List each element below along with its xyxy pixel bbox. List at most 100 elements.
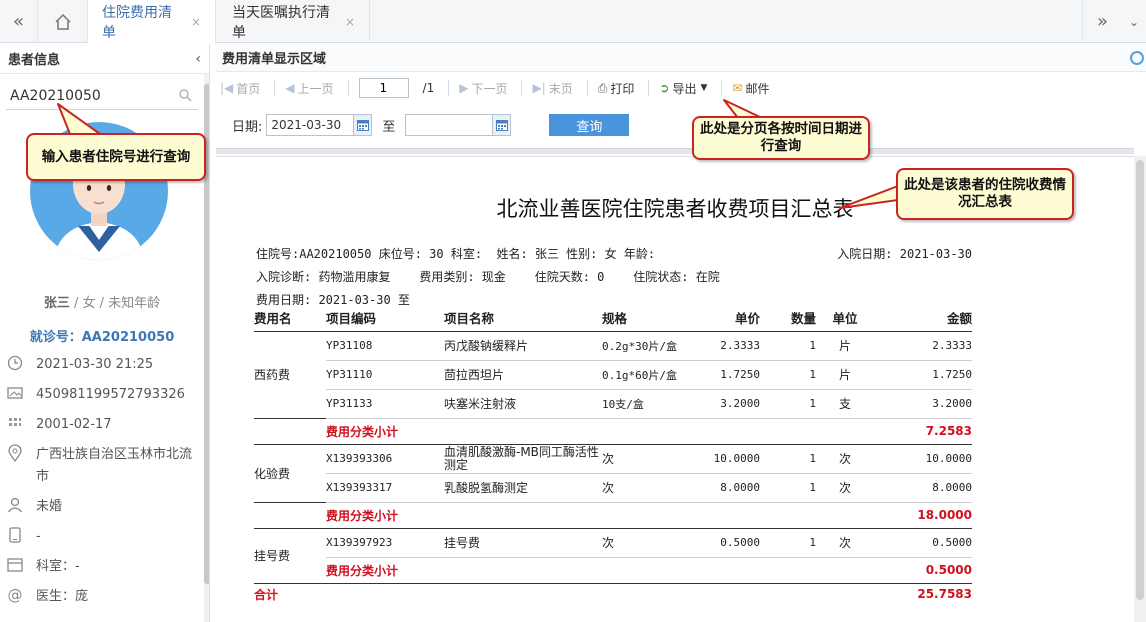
scroll-tabs-right-button[interactable]: » — [1082, 0, 1122, 43]
item-price: 0.5000 — [696, 528, 760, 558]
caret-down-icon: ▼ — [700, 83, 708, 93]
export-icon: ➲ — [659, 81, 670, 95]
next-page-button[interactable]: ▶ 下一页 — [459, 80, 507, 97]
item-qty: 1 — [760, 473, 816, 503]
item-amount: 8.0000 — [874, 473, 972, 503]
printer-icon: ⎙ — [597, 80, 608, 95]
panel-title: 患者信息 — [8, 53, 61, 68]
item-unit: 支 — [816, 389, 874, 419]
end-date-input[interactable] — [406, 115, 493, 135]
subtotal-label: 费用分类小计 — [326, 557, 602, 584]
mail-button[interactable]: ✉ 邮件 — [732, 80, 769, 97]
calendar-icon[interactable] — [353, 115, 372, 135]
patient-sex-age: / 女 / 未知年龄 — [69, 296, 161, 311]
item-code: YP31108 — [326, 331, 434, 361]
double-chevron-left-icon: « — [12, 11, 24, 32]
item-price: 3.2000 — [696, 389, 760, 419]
doctor-row: @ 医生：庞 — [6, 586, 202, 608]
item-qty: 1 — [760, 331, 816, 361]
home-button[interactable] — [38, 0, 88, 43]
subtotal-amount: 7.2583 — [874, 418, 972, 445]
item-name: 呋塞米注射液 — [434, 389, 602, 419]
query-button[interactable]: 查询 — [549, 114, 630, 136]
birthdate-row: 2001-02-17 — [6, 414, 202, 436]
item-spec: 0.2g*30片/盒 — [602, 331, 696, 361]
column-header: 项目名称 — [434, 305, 602, 332]
calendar-icon — [6, 414, 24, 432]
start-date-picker — [266, 114, 373, 136]
first-page-button[interactable]: |◀ 首页 — [220, 80, 260, 97]
item-code: X139393306 — [326, 444, 434, 474]
item-qty: 1 — [760, 444, 816, 474]
column-header: 单位 — [816, 305, 874, 332]
mail-icon: ✉ — [732, 81, 743, 95]
last-page-button[interactable]: ▶| 末页 — [532, 80, 572, 97]
item-name: 血清肌酸激酶-MB同工酶活性测定 — [434, 444, 602, 474]
tab-inpatient-bill[interactable]: 住院费用清单 × — [88, 0, 216, 44]
location-icon — [6, 444, 24, 462]
table-row: 挂号费 X139397923 挂号费 次 0.5000 1 次 0.5000 — [254, 528, 972, 584]
tab-daily-orders[interactable]: 当天医嘱执行清单 × — [218, 0, 370, 43]
export-button[interactable]: ➲ 导出 ▼ — [659, 80, 707, 97]
item-code: X139397923 — [326, 528, 434, 558]
main-header: 费用清单显示区域 — [216, 44, 1146, 72]
table-header-row: 费用名 项目编码 项目名称 规格 单价 数量 单位 金额 — [254, 305, 972, 332]
splitter[interactable] — [216, 148, 1134, 154]
start-date-input[interactable] — [267, 115, 354, 135]
collapse-panel-icon[interactable]: ‹ — [195, 51, 201, 67]
item-spec: 10支/盒 — [602, 389, 696, 419]
item-unit: 片 — [816, 331, 874, 361]
department: 科室：- — [36, 559, 80, 574]
patient-panel: 患者信息 ‹ 张三 / 女 / 未知年龄 就诊号：AA20210050 2021… — [0, 44, 210, 622]
subtotal-row: 费用分类小计 18.0000 — [254, 502, 972, 529]
callout-search-hint: 输入患者住院号进行查询 — [26, 133, 206, 181]
prev-page-icon: ◀ — [285, 81, 295, 95]
address: 广西壮族自治区玉林市北流市 — [36, 447, 193, 484]
prev-page-label: 上一页 — [297, 81, 334, 96]
admit-date: 入院日期: 2021-03-30 — [837, 247, 972, 261]
column-header: 费用名 — [254, 305, 326, 332]
toolbar-separator — [347, 80, 349, 96]
report-toolbar: |◀首页 ◀上一页 /1 ▶下一页 ▶|末页 ⎙打印 ➲导出▼ ✉邮件 — [216, 73, 1146, 103]
close-icon[interactable]: × — [191, 15, 201, 29]
subtotal-row: 费用分类小计 0.5000 — [254, 557, 972, 584]
calendar-icon[interactable] — [492, 115, 511, 135]
page-number-input[interactable] — [358, 78, 409, 98]
id-number-row: 450981199572793326 — [6, 384, 202, 406]
item-amount: 2.3333 — [874, 331, 972, 361]
close-icon[interactable]: × — [345, 15, 355, 29]
admit-time: 2021-03-30 21:25 — [36, 357, 154, 372]
scrollbar-thumb[interactable] — [1136, 160, 1144, 600]
callout-page-hint: 此处是分页各按时间日期进行查询 — [692, 116, 870, 160]
report-scrollbar[interactable] — [1134, 156, 1146, 622]
admit-time-row: 2021-03-30 21:25 — [6, 354, 202, 376]
category-cell: 挂号费 — [254, 528, 326, 584]
item-spec: 次 — [602, 473, 696, 503]
department-row: 科室：- — [6, 556, 202, 578]
prev-page-button[interactable]: ◀ 上一页 — [285, 80, 333, 97]
item-code: YP31110 — [326, 360, 434, 390]
refresh-icon[interactable] — [1130, 51, 1144, 65]
print-label: 打印 — [610, 81, 635, 96]
visit-number: 就诊号：AA20210050 — [29, 330, 175, 345]
report-meta-line1: 住院号:AA20210050 床位号: 30 科室: 姓名: 张三 性别: 女 … — [256, 247, 656, 261]
item-unit: 片 — [816, 360, 874, 390]
table-row: 化验费 X139393306 血清肌酸激酶-MB同工酶活性测定 次 10.000… — [254, 444, 972, 503]
total-row: 合计 25.7583 — [254, 583, 972, 605]
fee-summary-table: 费用名 项目编码 项目名称 规格 单价 数量 单位 金额 西药费 YP31108… — [254, 305, 972, 605]
print-button[interactable]: ⎙ 打印 — [598, 80, 635, 97]
total-label: 合计 — [254, 587, 279, 602]
item-unit: 次 — [816, 528, 874, 558]
item-price: 10.0000 — [696, 444, 760, 474]
search-icon[interactable] — [178, 88, 192, 102]
category-cell: 西药费 — [254, 331, 326, 419]
patient-search — [6, 82, 198, 110]
collapse-menu-button[interactable]: « — [0, 0, 38, 43]
inpatient-no-input[interactable] — [6, 87, 166, 104]
item-amount: 10.0000 — [874, 444, 972, 474]
last-page-icon: ▶| — [532, 81, 546, 95]
item-price: 8.0000 — [696, 473, 760, 503]
page-total: /1 — [422, 81, 435, 95]
subtotal-row: 费用分类小计 7.2583 — [254, 418, 972, 445]
tabs-dropdown-button[interactable]: ⌄ — [1122, 0, 1146, 43]
